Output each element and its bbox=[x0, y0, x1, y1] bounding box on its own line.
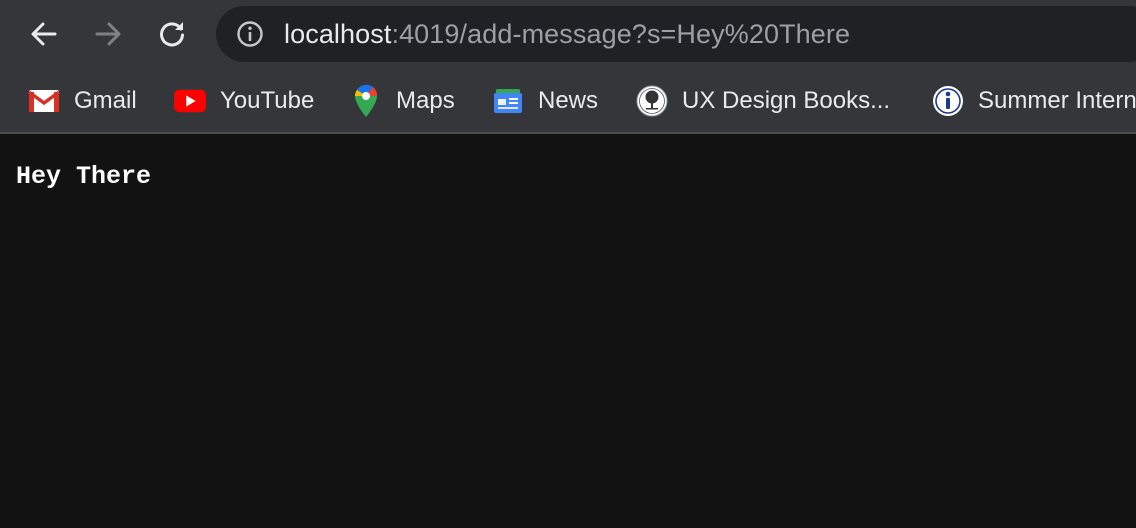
gmail-icon bbox=[28, 85, 60, 117]
info-icon[interactable] bbox=[236, 20, 264, 48]
info-circle-icon bbox=[932, 85, 964, 117]
browser-window: localhost:4019/add-message?s=Hey%20There… bbox=[0, 0, 1136, 528]
reload-button[interactable] bbox=[152, 14, 192, 54]
youtube-icon bbox=[174, 85, 206, 117]
arrow-left-icon bbox=[31, 22, 57, 46]
bookmark-label: Maps bbox=[396, 87, 455, 114]
bookmark-maps[interactable]: Maps bbox=[350, 83, 455, 119]
bookmark-label: News bbox=[538, 87, 599, 114]
bookmark-label: YouTube bbox=[220, 87, 315, 114]
bookmark-label: Summer Intern bbox=[978, 87, 1136, 114]
bookmark-ux-design-books[interactable]: UX Design Books... bbox=[636, 83, 890, 119]
url-host: localhost bbox=[284, 19, 392, 49]
bookmark-gmail[interactable]: Gmail bbox=[28, 83, 137, 119]
back-button[interactable] bbox=[24, 14, 64, 54]
message-text: Hey There bbox=[16, 162, 152, 191]
bookmark-label: Gmail bbox=[74, 87, 137, 114]
bookmark-news[interactable]: News bbox=[492, 83, 598, 119]
address-bar[interactable]: localhost:4019/add-message?s=Hey%20There bbox=[216, 6, 1136, 62]
reload-icon bbox=[160, 22, 184, 47]
news-icon bbox=[492, 85, 524, 117]
arrow-right-icon bbox=[95, 22, 121, 46]
url-path: :4019/add-message?s=Hey%20There bbox=[391, 19, 851, 49]
forward-button[interactable] bbox=[88, 14, 128, 54]
bookmark-label: UX Design Books... bbox=[682, 87, 891, 114]
url-text[interactable]: localhost:4019/add-message?s=Hey%20There bbox=[284, 18, 850, 50]
bookmarks-bar: Gmail YouTube Maps News UX Design Books.… bbox=[0, 68, 1136, 134]
bookmark-summer-intern[interactable]: Summer Intern bbox=[932, 83, 1136, 119]
browser-toolbar: localhost:4019/add-message?s=Hey%20There bbox=[0, 0, 1136, 68]
bookmark-youtube[interactable]: YouTube bbox=[174, 83, 314, 119]
page-content: Hey There bbox=[0, 134, 1136, 528]
maps-icon bbox=[350, 84, 382, 117]
tree-seal-icon bbox=[636, 85, 668, 117]
